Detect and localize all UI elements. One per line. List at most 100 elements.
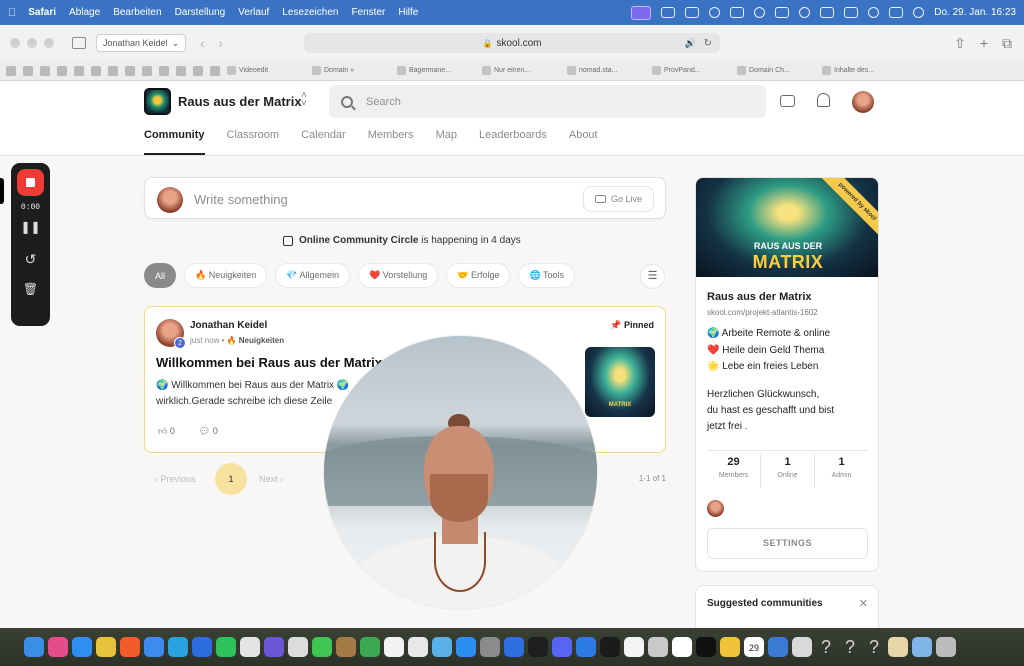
app-icon[interactable]: [792, 637, 812, 657]
group-name[interactable]: Raus aus der Matrix: [178, 94, 302, 109]
bookmark-icon[interactable]: [40, 65, 50, 76]
bookmark-item[interactable]: Videoedit: [227, 66, 305, 75]
filter-erfolge[interactable]: 🤝 Erfolge: [446, 263, 511, 288]
previous-page-button[interactable]: ‹ Previous: [155, 474, 196, 484]
app-icon[interactable]: [768, 637, 788, 657]
reminders-icon[interactable]: [384, 637, 404, 657]
telegram-icon[interactable]: [168, 637, 188, 657]
bookmark-icon[interactable]: [91, 65, 101, 76]
app-icon[interactable]: [264, 637, 284, 657]
filter-vorstellung[interactable]: ❤️ Vorstellung: [358, 263, 439, 288]
filter-settings-icon[interactable]: ☰: [640, 264, 665, 289]
filter-allgemein[interactable]: 💎 Allgemein: [275, 263, 350, 288]
app-icon[interactable]: [432, 637, 452, 657]
bookmark-item[interactable]: Inhalte des...: [822, 66, 900, 75]
apple-icon[interactable]: : [8, 7, 16, 19]
tab-classroom[interactable]: Classroom: [227, 129, 280, 155]
gear-icon[interactable]: [754, 7, 766, 18]
bookmark-icon[interactable]: [159, 65, 169, 76]
post-thumbnail[interactable]: MATRIX: [585, 347, 655, 417]
finder-icon[interactable]: [24, 637, 44, 657]
close-icon[interactable]: ✕: [859, 597, 868, 610]
bookmark-item[interactable]: nomad.sta...: [567, 66, 645, 75]
search-icon[interactable]: [868, 7, 880, 18]
calendar-app-icon[interactable]: 29: [744, 637, 764, 657]
menu-safari[interactable]: Safari: [28, 7, 56, 18]
sidebar-toggle-icon[interactable]: [72, 37, 86, 49]
bookmark-icon[interactable]: [57, 65, 67, 76]
filter-tools[interactable]: 🌐 Tools: [518, 263, 576, 288]
settings-button[interactable]: SETTINGS: [707, 528, 868, 559]
tab-calendar[interactable]: Calendar: [301, 129, 346, 155]
like-button[interactable]: 👍︎ 0: [158, 426, 175, 437]
play-icon[interactable]: [799, 7, 811, 18]
new-tab-icon[interactable]: +: [980, 35, 988, 52]
tab-members[interactable]: Members: [368, 129, 414, 155]
bookmark-item[interactable]: Bagermane...: [397, 66, 475, 75]
bookmark-icon[interactable]: [74, 65, 84, 76]
trash-bin-icon[interactable]: [936, 637, 956, 657]
mail-icon[interactable]: [144, 637, 164, 657]
siri-icon[interactable]: [913, 7, 925, 18]
menu-fenster[interactable]: Fenster: [351, 7, 385, 18]
app-icon[interactable]: [672, 637, 692, 657]
shield-icon[interactable]: [730, 7, 745, 18]
tab-leaderboards[interactable]: Leaderboards: [479, 129, 547, 155]
close-window-button[interactable]: [10, 38, 20, 48]
app-icon[interactable]: [576, 637, 596, 657]
question-mark-icon[interactable]: ?: [864, 637, 884, 657]
bookmark-icon[interactable]: [142, 65, 152, 76]
menu-darstellung[interactable]: Darstellung: [175, 7, 226, 18]
stat-members[interactable]: 29 Members: [707, 454, 761, 488]
notes-app-icon[interactable]: [288, 637, 308, 657]
menu-hilfe[interactable]: Hilfe: [398, 7, 418, 18]
tab-community[interactable]: Community: [144, 129, 205, 155]
whatsapp-icon[interactable]: [216, 637, 236, 657]
event-name[interactable]: Online Community Circle: [299, 235, 418, 246]
event-notice[interactable]: Online Community Circle is happening in …: [283, 235, 521, 246]
menubar-clock[interactable]: Do. 29. Jan. 16:23: [934, 7, 1016, 18]
notification-bell-icon[interactable]: [817, 93, 830, 107]
bookmark-item[interactable]: Nur einen...: [482, 66, 560, 75]
app-icon[interactable]: [504, 637, 524, 657]
app-icon[interactable]: [648, 637, 668, 657]
next-page-button[interactable]: Next ›: [259, 474, 283, 484]
status-icon-3[interactable]: [709, 7, 721, 18]
bookmark-icon[interactable]: [108, 65, 118, 76]
forward-icon[interactable]: ›: [218, 36, 222, 51]
composer-placeholder[interactable]: Write something: [194, 192, 288, 207]
reload-icon[interactable]: ↻: [704, 38, 712, 49]
address-bar[interactable]: 🔒 skool.com 🔊 ↻: [304, 33, 720, 53]
stat-admin[interactable]: 1 Admin: [815, 454, 868, 488]
pause-icon[interactable]: ❚❚: [11, 220, 50, 234]
capcut-icon[interactable]: [696, 637, 716, 657]
question-mark-icon[interactable]: ?: [840, 637, 860, 657]
folder-icon[interactable]: [888, 637, 908, 657]
app-icon[interactable]: [528, 637, 548, 657]
post-category[interactable]: 🔥 Neuigkeiten: [227, 336, 285, 345]
wifi-icon[interactable]: [844, 7, 859, 18]
question-mark-icon[interactable]: ?: [816, 637, 836, 657]
post-composer[interactable]: Write something Go Live: [144, 177, 666, 219]
restart-icon[interactable]: ↺: [11, 251, 50, 268]
group-url[interactable]: skool.com/projekt-atlantis-1602: [707, 308, 818, 317]
control-center-icon[interactable]: [889, 7, 904, 18]
group-logo[interactable]: [144, 88, 171, 115]
tab-about[interactable]: About: [569, 129, 598, 155]
webcam-overlay[interactable]: [324, 336, 597, 609]
app-icon[interactable]: [336, 637, 356, 657]
page-1-button[interactable]: 1: [215, 463, 247, 495]
minimize-window-button[interactable]: [27, 38, 37, 48]
left-edge-handle[interactable]: [0, 178, 4, 204]
launchpad-icon[interactable]: [48, 637, 68, 657]
menu-ablage[interactable]: Ablage: [69, 7, 100, 18]
zoom-window-button[interactable]: [44, 38, 54, 48]
discord-icon[interactable]: [552, 637, 572, 657]
search-input[interactable]: Search: [329, 85, 766, 118]
user-avatar[interactable]: [852, 91, 874, 113]
messages-icon[interactable]: [312, 637, 332, 657]
brave-icon[interactable]: [120, 637, 140, 657]
bookmark-icon[interactable]: [210, 65, 220, 76]
bookmark-item[interactable]: Domain Ch...: [737, 66, 815, 75]
comment-button[interactable]: 💬︎ 0: [199, 426, 218, 437]
